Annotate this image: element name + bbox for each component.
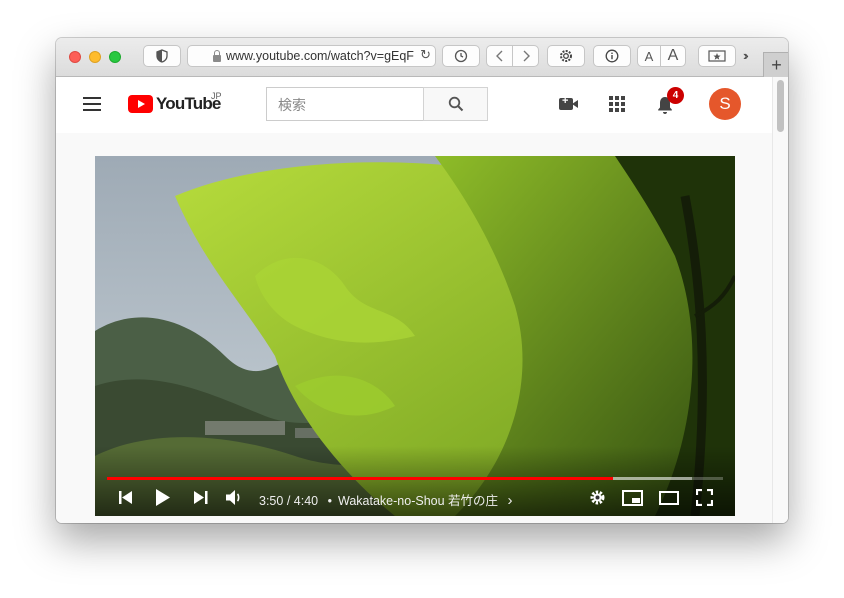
search-icon: [448, 96, 463, 112]
extension-button[interactable]: [547, 45, 585, 67]
chapter-chevron-icon[interactable]: ›: [508, 492, 513, 509]
chapter-dot: •: [327, 494, 333, 508]
back-button[interactable]: [486, 45, 513, 67]
current-time: 3:50: [259, 494, 284, 508]
video-player[interactable]: 3:50 / 4:40 • Wakatake-no-Shou 若竹の庄 ›: [95, 156, 735, 516]
zoom-window-button[interactable]: [109, 51, 121, 63]
apps-grid-icon[interactable]: [609, 96, 625, 112]
forward-button[interactable]: [512, 45, 539, 67]
chevron-right-icon: [523, 50, 530, 62]
chevron-left-icon: [495, 50, 502, 62]
close-window-button[interactable]: [69, 51, 81, 63]
search-input[interactable]: 検索: [266, 87, 424, 121]
progress-bar[interactable]: [107, 477, 723, 480]
address-url: www.youtube.com/watch?v=gEqF: [226, 49, 414, 63]
clock-icon: [454, 49, 468, 63]
youtube-play-logo-icon: [128, 95, 153, 113]
font-decrease-button[interactable]: A: [637, 45, 661, 67]
browser-toolbar: www.youtube.com/watch?v=gEqF ↻ A A ›› +: [56, 38, 788, 77]
page-scrollbar[interactable]: [772, 77, 788, 523]
history-button[interactable]: [442, 45, 480, 67]
previous-icon[interactable]: [119, 491, 133, 504]
create-video-icon[interactable]: [559, 95, 578, 110]
avatar[interactable]: S: [709, 88, 741, 120]
theater-mode-icon[interactable]: [659, 491, 679, 505]
font-increase-button[interactable]: A: [660, 45, 686, 67]
shield-icon: [156, 49, 168, 63]
notification-badge: 4: [667, 87, 684, 104]
volume-icon[interactable]: [226, 489, 243, 506]
bookmark-button[interactable]: [698, 45, 736, 67]
info-button[interactable]: [593, 45, 631, 67]
progress-played: [107, 477, 613, 480]
browser-window: www.youtube.com/watch?v=gEqF ↻ A A ›› +: [56, 38, 788, 523]
video-title[interactable]: Wakatake-no-Shou 若竹の庄: [338, 494, 498, 508]
youtube-header: YouTube JP 検索 4 S: [56, 77, 772, 133]
gear-icon: [560, 50, 572, 62]
address-bar[interactable]: www.youtube.com/watch?v=gEqF ↻: [187, 45, 436, 67]
lock-icon: [213, 49, 221, 62]
time-display: 3:50 / 4:40 • Wakatake-no-Shou 若竹の庄 ›: [259, 490, 513, 509]
next-icon[interactable]: [194, 491, 208, 504]
fullscreen-icon[interactable]: [696, 489, 713, 506]
miniplayer-icon[interactable]: [622, 490, 643, 506]
info-icon: [605, 49, 619, 63]
play-icon[interactable]: [156, 489, 170, 506]
time-separator: /: [286, 494, 291, 508]
star-bookmark-icon: [708, 50, 726, 62]
sidebar-toggle-button[interactable]: [143, 45, 181, 67]
youtube-logo[interactable]: YouTube JP: [128, 91, 222, 114]
player-controls: 3:50 / 4:40 • Wakatake-no-Shou 若竹の庄 ›: [95, 486, 735, 510]
region-label: JP: [211, 91, 222, 101]
duration: 4:40: [293, 494, 319, 508]
reload-icon[interactable]: ↻: [420, 47, 431, 63]
scrollbar-thumb[interactable]: [777, 80, 784, 132]
search-button[interactable]: [423, 87, 488, 121]
new-tab-button[interactable]: +: [763, 52, 788, 77]
youtube-page: YouTube JP 検索 4 S: [56, 77, 788, 523]
settings-gear-icon[interactable]: [589, 489, 606, 506]
menu-icon[interactable]: [83, 97, 101, 111]
minimize-window-button[interactable]: [89, 51, 101, 63]
more-toolbar-icon[interactable]: ››: [743, 48, 748, 63]
